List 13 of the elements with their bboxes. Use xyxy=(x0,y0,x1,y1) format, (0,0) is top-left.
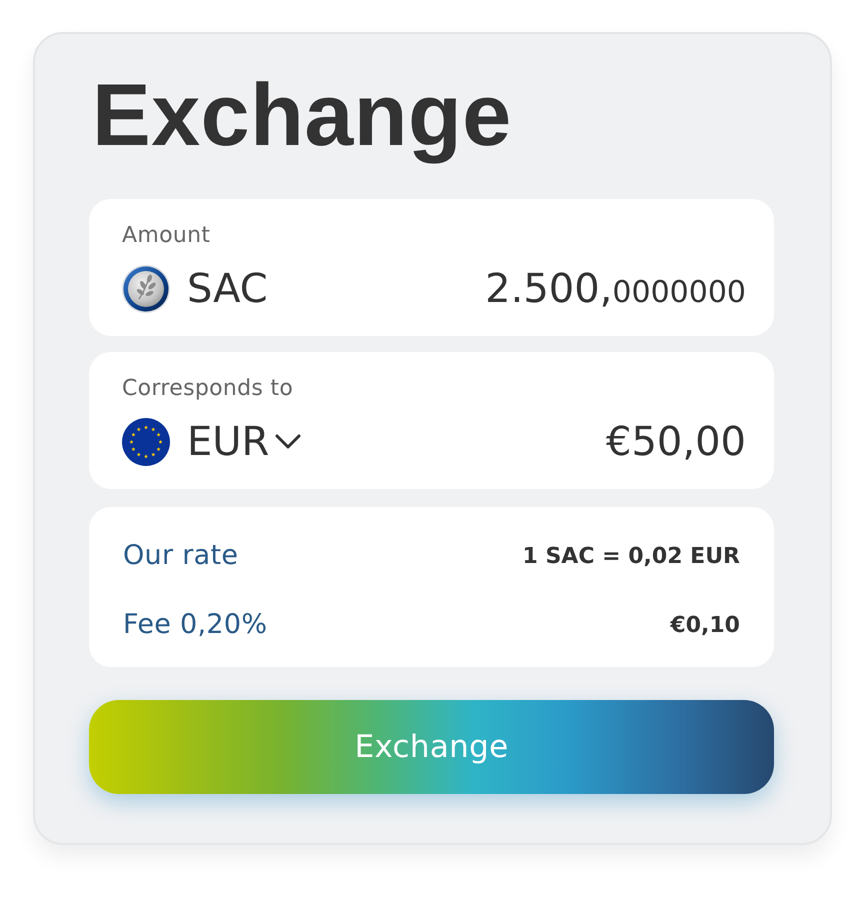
summary-label: Fee 0,20% xyxy=(123,608,268,642)
converted-value: €50,00 xyxy=(606,422,746,462)
field-label: Corresponds to xyxy=(122,376,294,402)
page-title: Exchange xyxy=(92,64,512,166)
summary-value: 1 SAC = 0,02 EUR xyxy=(522,542,740,570)
amount-value: 2.500,0000000 xyxy=(485,269,746,310)
flag-icon xyxy=(122,418,170,466)
field-label: Amount xyxy=(122,223,210,250)
currency-dropdown[interactable]: EUR xyxy=(187,422,302,462)
summary-value: €0,10 xyxy=(670,612,740,640)
currency-code: SAC xyxy=(187,269,268,310)
summary-label: Our rate xyxy=(123,538,238,573)
coin-icon xyxy=(122,265,170,314)
